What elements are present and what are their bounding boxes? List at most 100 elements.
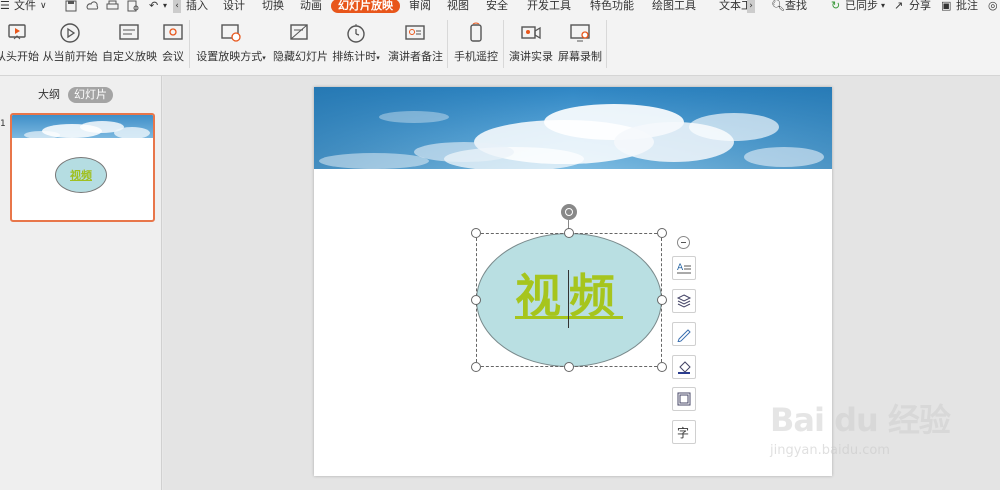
outline-button[interactable] [672, 387, 696, 411]
font-icon: 字 [677, 425, 689, 440]
resize-handle-bottom[interactable] [564, 362, 574, 372]
collapse-toolbar-button[interactable] [677, 236, 690, 249]
slide-panel: 大纲 幻灯片 1 视频 [0, 76, 162, 490]
font-button[interactable]: 字 [672, 420, 696, 444]
baidu-watermark: Bai du 经验 jingyan.baidu.com [770, 385, 970, 475]
print-preview-icon[interactable] [127, 0, 140, 12]
scroll-left-icon[interactable]: ‹ [173, 0, 181, 13]
play-from-start-icon [8, 24, 26, 40]
custom-show-icon [119, 24, 139, 40]
ribbon-separator [503, 20, 504, 68]
watermark-logo: Bai du 经验 [770, 401, 951, 439]
setup-show-label: 设置放映方式▾ [196, 50, 266, 63]
text-format-button[interactable]: A [672, 256, 696, 280]
tab-developer[interactable]: 开发工具 [527, 0, 571, 13]
hamburger-icon[interactable]: ☰ [0, 0, 10, 13]
fill-bucket-icon [678, 361, 691, 374]
tab-view[interactable]: 视图 [447, 0, 469, 13]
meeting-icon [163, 24, 183, 40]
meeting-button[interactable]: 会议 [159, 22, 187, 70]
resize-handle-bottom-right[interactable] [657, 362, 667, 372]
speaker-notes-icon [405, 25, 425, 40]
undo-icon[interactable]: ↶ [149, 0, 158, 13]
play-from-current-label: 从当前开始 [42, 50, 98, 63]
tab-animation[interactable]: 动画 [300, 0, 322, 13]
tab-insert[interactable]: 插入 [186, 0, 208, 13]
save-icon[interactable] [65, 0, 78, 12]
resize-handle-right[interactable] [657, 295, 667, 305]
hide-slide-label: 隐藏幻灯片 [273, 50, 328, 63]
rotate-handle[interactable] [561, 204, 577, 220]
tab-transition[interactable]: 切换 [262, 0, 284, 13]
layers-button[interactable] [672, 289, 696, 313]
rehearse-timer-button[interactable]: 排练计时▾ [331, 22, 381, 70]
tab-review[interactable]: 审阅 [409, 0, 431, 13]
resize-handle-bottom-left[interactable] [471, 362, 481, 372]
hide-slide-button[interactable]: 隐藏幻灯片 [273, 22, 328, 70]
sync-dropdown-icon[interactable]: ▾ [881, 0, 885, 13]
selection-box [476, 233, 662, 367]
record-presentation-button[interactable]: 演讲实录 [509, 22, 553, 70]
play-from-start-label: 从头开始 [0, 50, 39, 63]
tab-slides[interactable]: 幻灯片 [68, 87, 113, 103]
pen-button[interactable] [672, 322, 696, 346]
custom-show-button[interactable]: 自定义放映 [102, 22, 157, 70]
tab-outline[interactable]: 大纲 [38, 87, 60, 103]
outline-icon [677, 392, 691, 406]
menu-bar: ☰ 文件 ∨ ↶ ▾ ‹ 插入 设计 切换 动画 幻灯片放映 审阅 视图 安全 … [0, 0, 1000, 14]
pen-icon [677, 329, 691, 342]
rehearse-timer-icon [347, 24, 365, 43]
ribbon: 从头开始 从当前开始 自定义放映 会议 设置放映方式▾ 隐藏幻灯片 排练计时▾ … [0, 14, 1000, 76]
ribbon-separator [606, 20, 607, 68]
search-button[interactable]: 查找 [785, 0, 807, 13]
file-menu-chevron-icon[interactable]: ∨ [40, 0, 47, 13]
scroll-right-icon[interactable]: › [747, 0, 755, 13]
tab-drawing-tools[interactable]: 绘图工具 [652, 0, 696, 13]
phone-remote-button[interactable]: 手机遥控 [453, 22, 499, 70]
speaker-notes-label: 演讲者备注 [388, 50, 443, 63]
resize-handle-top[interactable] [564, 228, 574, 238]
search-icon[interactable]: 🔍︎ [771, 0, 785, 13]
sync-icon[interactable]: ↻ [831, 0, 840, 13]
sky-banner-image [314, 87, 832, 169]
play-from-current-button[interactable]: 从当前开始 [42, 22, 98, 70]
setup-show-icon [221, 24, 241, 42]
share-icon[interactable]: ↗ [894, 0, 903, 13]
hide-slide-icon [290, 24, 308, 40]
tab-security[interactable]: 安全 [486, 0, 508, 13]
help-icon[interactable]: ◎ [988, 0, 998, 13]
sync-status[interactable]: 已同步 [845, 0, 878, 13]
thumbnail-ellipse: 视频 [55, 157, 107, 193]
phone-remote-label: 手机遥控 [454, 50, 498, 63]
record-presentation-label: 演讲实录 [509, 50, 553, 63]
tab-design[interactable]: 设计 [223, 0, 245, 13]
watermark-url: jingyan.baidu.com [770, 443, 890, 458]
slide-thumbnail[interactable]: 视频 [10, 113, 155, 222]
file-menu[interactable]: 文件 [14, 0, 36, 13]
screen-record-button[interactable]: 屏幕录制 [558, 22, 602, 70]
slide-number: 1 [0, 119, 6, 129]
fill-button[interactable] [672, 355, 696, 379]
svg-text:字: 字 [677, 425, 689, 440]
comment-button[interactable]: 批注 [956, 0, 978, 13]
text-format-icon: A [677, 263, 691, 274]
layers-icon [676, 294, 692, 308]
setup-show-button[interactable]: 设置放映方式▾ [196, 22, 266, 70]
record-presentation-icon [521, 26, 541, 40]
tab-slideshow[interactable]: 幻灯片放映 [331, 0, 400, 13]
ribbon-separator [447, 20, 448, 68]
cloud-icon[interactable] [86, 0, 99, 12]
meeting-label: 会议 [162, 50, 184, 63]
share-button[interactable]: 分享 [909, 0, 931, 13]
resize-handle-top-right[interactable] [657, 228, 667, 238]
comment-icon[interactable]: ▣ [941, 0, 951, 13]
print-icon[interactable] [106, 0, 119, 12]
resize-handle-left[interactable] [471, 295, 481, 305]
ribbon-separator [189, 20, 190, 68]
resize-handle-top-left[interactable] [471, 228, 481, 238]
phone-remote-icon [470, 22, 482, 42]
undo-dropdown-icon[interactable]: ▾ [163, 0, 167, 13]
play-from-start-button[interactable]: 从头开始 [0, 22, 40, 70]
tab-features[interactable]: 特色功能 [590, 0, 634, 13]
speaker-notes-button[interactable]: 演讲者备注 [388, 22, 443, 70]
